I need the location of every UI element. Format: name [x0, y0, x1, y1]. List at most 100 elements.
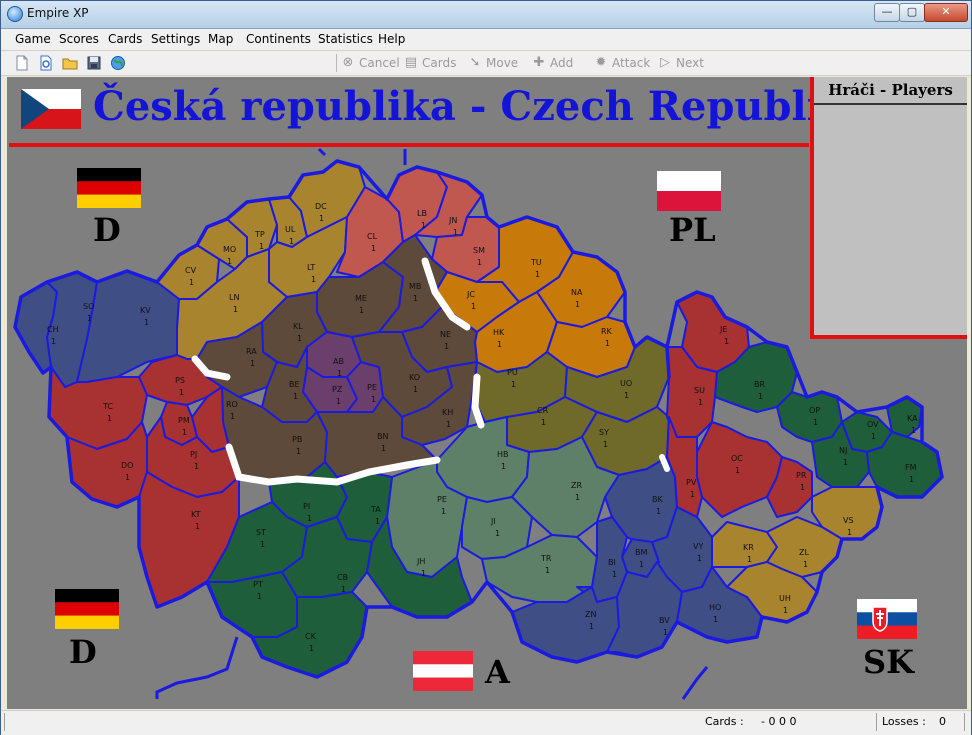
menu-cards[interactable]: Cards: [108, 32, 142, 46]
globe-icon[interactable]: [110, 55, 126, 71]
region-code-label: BR: [754, 380, 765, 389]
region-code-label: NJ: [839, 446, 847, 455]
neighbor-label-slovakia: SK: [863, 643, 914, 681]
region-code-label: PU: [507, 368, 518, 377]
players-divider: [814, 103, 967, 105]
region-army-count: 1: [413, 294, 418, 303]
menu-bar: Game Scores Cards Settings Map Continent…: [1, 29, 971, 51]
neighbor-label-austria: A: [485, 653, 510, 691]
region-army-count: 1: [575, 493, 580, 502]
neighbor-label-germany-north: D: [93, 211, 121, 249]
region-code-label: KR: [743, 543, 754, 552]
region-code-label: PT: [253, 580, 263, 589]
region-army-count: 1: [535, 270, 540, 279]
region-code-label: KA: [907, 414, 918, 423]
cancel-button[interactable]: ⊗ Cancel: [341, 55, 400, 71]
next-button[interactable]: ▷ Next: [658, 55, 704, 71]
poland-flag-icon: [657, 171, 721, 211]
app-window: Empire XP — ▢ ✕ Game Scores Cards Settin…: [0, 0, 972, 735]
region-army-count: 1: [575, 300, 580, 309]
region-code-label: MB: [409, 282, 421, 291]
region-army-count: 1: [375, 517, 380, 526]
cards-button[interactable]: ▤ Cards: [404, 55, 456, 71]
save-icon[interactable]: [86, 55, 102, 71]
cards-label: Cards: [422, 56, 457, 70]
region-code-label: JN: [448, 216, 457, 225]
region-code-label: KO: [409, 373, 420, 382]
open-folder-icon[interactable]: [62, 55, 78, 71]
region-army-count: 1: [843, 458, 848, 467]
region-army-count: 1: [446, 420, 451, 429]
menu-map[interactable]: Map: [208, 32, 233, 46]
app-globe-icon: [7, 6, 23, 22]
cancel-label: Cancel: [359, 56, 400, 70]
menu-statistics[interactable]: Statistics: [318, 32, 373, 46]
region-code-label: CV: [185, 266, 197, 275]
region-army-count: 1: [293, 392, 298, 401]
region-code-label: NA: [571, 288, 583, 297]
region-army-count: 1: [800, 483, 805, 492]
header-underline: [9, 143, 809, 147]
title-bar[interactable]: Empire XP — ▢ ✕: [1, 1, 971, 29]
menu-continents[interactable]: Continents: [246, 32, 311, 46]
menu-game[interactable]: Game: [15, 32, 51, 46]
minimize-button[interactable]: —: [874, 3, 900, 22]
region-code-label: OC: [731, 454, 743, 463]
region-army-count: 1: [663, 628, 668, 637]
region-code-label: HK: [493, 328, 505, 337]
river: [155, 636, 239, 699]
preview-icon[interactable]: [38, 55, 54, 71]
toolbar: ⊗ Cancel ▤ Cards ➘ Move ✚ Add ✹ Attack ▷ Next: [1, 51, 971, 76]
region-army-count: 1: [413, 385, 418, 394]
move-button[interactable]: ➘ Move: [468, 55, 519, 71]
region-code-label: ZN: [585, 610, 596, 619]
menu-help[interactable]: Help: [378, 32, 405, 46]
map-canvas[interactable]: CH 1 SO 1 KV 1 CV 1 MO 1 TP 1 UL 1 DC 1 LT 1 LN 1 CL 1 LB 1 JN 1 S…: [7, 77, 967, 709]
region-code-label: BI: [608, 558, 616, 567]
region-army-count: 1: [257, 592, 262, 601]
region-code-label: UL: [285, 225, 296, 234]
region-pt[interactable]: [206, 571, 298, 638]
region-army-count: 1: [471, 302, 476, 311]
add-button[interactable]: ✚ Add: [532, 55, 574, 71]
region-army-count: 1: [227, 257, 232, 266]
players-panel: Hráči - Players: [810, 77, 967, 339]
region-code-label: PE: [367, 383, 377, 392]
region-army-count: 1: [381, 444, 386, 453]
region-code-label: PR: [796, 471, 807, 480]
status-divider: [876, 713, 877, 731]
attack-icon: ✹: [595, 55, 607, 70]
region-code-label: OV: [867, 420, 879, 429]
region-army-count: 1: [747, 555, 752, 564]
region-code-label: KL: [293, 322, 303, 331]
losses-value: 0: [939, 715, 946, 728]
region-army-count: 1: [713, 615, 718, 624]
cancel-icon: ⊗: [342, 55, 354, 70]
region-army-count: 1: [51, 337, 56, 346]
new-file-icon[interactable]: [14, 55, 30, 71]
region-code-label: JI: [490, 517, 496, 526]
region-code-label: TU: [530, 258, 542, 267]
window-title: Empire XP: [27, 6, 89, 20]
region-code-label: RO: [226, 400, 238, 409]
region-code-label: VS: [843, 516, 854, 525]
region-op[interactable]: [776, 391, 843, 443]
cards-count-value: - 0 0 0: [761, 715, 797, 728]
region-code-label: CK: [305, 632, 317, 641]
region-code-label: JE: [719, 325, 727, 334]
menu-settings[interactable]: Settings: [151, 32, 200, 46]
cards-icon: ▤: [404, 55, 418, 70]
region-code-label: HO: [709, 603, 721, 612]
region-army-count: 1: [444, 342, 449, 351]
region-army-count: 1: [359, 306, 364, 315]
region-code-label: SU: [694, 386, 705, 395]
add-label: Add: [550, 56, 574, 70]
region-army-count: 1: [250, 359, 255, 368]
region-army-count: 1: [297, 334, 302, 343]
maximize-button[interactable]: ▢: [899, 3, 925, 22]
attack-button[interactable]: ✹ Attack: [594, 55, 651, 71]
menu-scores[interactable]: Scores: [59, 32, 99, 46]
region-army-count: 1: [909, 475, 914, 484]
close-button[interactable]: ✕: [924, 3, 968, 22]
players-title: Hráči - Players: [828, 81, 953, 99]
